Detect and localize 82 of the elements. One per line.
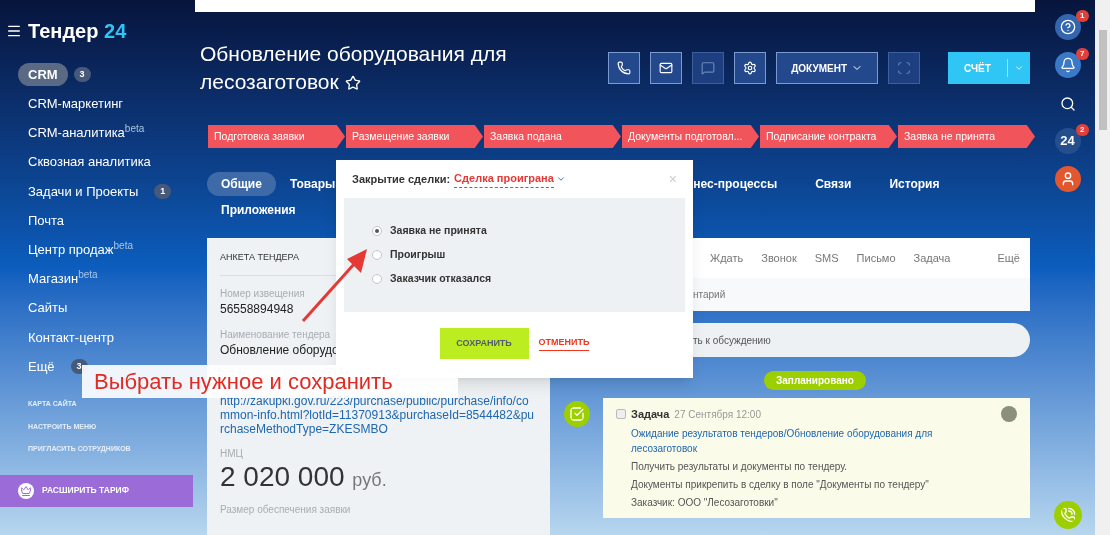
sidebar-item[interactable]: CRM-аналитика$^{beta}$ bbox=[18, 123, 155, 143]
activity-tab[interactable]: Звонок bbox=[761, 249, 797, 267]
sidebar-item[interactable]: Сквозная аналитика bbox=[18, 152, 161, 172]
planned-badge: Запланировано bbox=[764, 371, 866, 390]
activity-tab[interactable]: Задача bbox=[913, 249, 951, 267]
section-tab[interactable]: Общие bbox=[207, 172, 276, 196]
settings-icon bbox=[743, 61, 758, 75]
sidebar-item[interactable]: CRM bbox=[18, 62, 68, 87]
task-icon bbox=[564, 401, 590, 427]
radio-button[interactable] bbox=[372, 226, 382, 237]
activity-tab[interactable]: Ждать bbox=[710, 249, 744, 267]
sidebar-item[interactable]: CRM-маркетинг bbox=[18, 94, 134, 114]
upgrade-button[interactable]: РАСШИРИТЬ ТАРИФ bbox=[0, 474, 193, 507]
logo: Тендер 24 bbox=[28, 19, 127, 44]
search-icon[interactable] bbox=[1059, 96, 1076, 112]
user-avatar-icon[interactable] bbox=[1054, 166, 1081, 192]
caret-icon bbox=[555, 174, 566, 184]
sidebar-item[interactable]: Задачи и Проекты bbox=[18, 181, 149, 202]
cancel-button[interactable]: ОТМЕНИТЬ bbox=[538, 336, 590, 351]
notification-badge: 2 bbox=[1076, 124, 1089, 136]
count-badge: 3 bbox=[73, 66, 91, 83]
task-text: Документы прикрепить в сделку в поле "Документы по тендеру" bbox=[631, 477, 930, 492]
option-label: Заявка не принята bbox=[390, 223, 487, 239]
help-icon[interactable] bbox=[1054, 14, 1081, 40]
chat-button[interactable] bbox=[692, 52, 725, 84]
chat-icon bbox=[701, 61, 716, 75]
task-text: Заказчик: ООО "Лесозаготовки" bbox=[631, 495, 779, 510]
sidebar-item[interactable]: Ещё bbox=[18, 356, 65, 377]
star-icon bbox=[344, 75, 361, 92]
count-badge: 1 bbox=[154, 183, 172, 200]
deal-title: Обновление оборудования для лесозаготовок bbox=[200, 41, 508, 95]
menu-icon[interactable] bbox=[6, 23, 22, 39]
section-tab[interactable]: Связи bbox=[801, 172, 866, 196]
notification-badge: 1 bbox=[1076, 10, 1089, 22]
field-value: Обновление оборудо bbox=[220, 342, 339, 358]
sidebar-item[interactable]: Магазин$^{beta}$ bbox=[18, 269, 108, 289]
stage-step[interactable]: Размещение заявки bbox=[346, 125, 483, 148]
user-avatar bbox=[1001, 406, 1017, 423]
field-label: Наименование тендера bbox=[220, 327, 331, 342]
sidebar-item[interactable]: Сайты bbox=[18, 298, 78, 318]
call-button[interactable] bbox=[608, 52, 641, 84]
crown-icon bbox=[18, 482, 34, 499]
mail-icon bbox=[659, 61, 674, 75]
scrollbar[interactable] bbox=[1095, 0, 1110, 535]
sidebar-item[interactable]: Центр продаж$^{beta}$ bbox=[18, 239, 144, 260]
stage-step[interactable]: Заявка подана bbox=[484, 125, 621, 148]
sidebar-item[interactable]: Почта bbox=[18, 210, 75, 231]
caret-icon bbox=[1014, 63, 1024, 73]
task-label: Задача bbox=[631, 407, 670, 422]
field-label: Размер обеспечения заявки bbox=[220, 502, 351, 517]
activity-tab[interactable]: Письмо bbox=[856, 249, 896, 267]
annotation-label: Выбрать нужное и сохранить bbox=[82, 365, 458, 398]
task-text: Получить результаты и документы по тендеру. bbox=[631, 459, 849, 474]
stage-step[interactable]: Документы подготовл... bbox=[622, 125, 759, 148]
scan-icon bbox=[897, 61, 911, 75]
dialog-title: Закрытие сделки: bbox=[352, 171, 451, 187]
activity-tab[interactable]: SMS bbox=[814, 249, 839, 267]
settings-button[interactable] bbox=[734, 52, 767, 84]
task-checkbox[interactable] bbox=[616, 409, 626, 420]
task-date: 27 Сентября 12:00 bbox=[674, 407, 761, 422]
mail-button[interactable] bbox=[650, 52, 683, 84]
field-value: 56558894948 bbox=[220, 301, 294, 317]
field-label: НМЦ bbox=[220, 446, 243, 461]
phone-icon bbox=[617, 61, 632, 75]
document-button[interactable]: ДОКУМЕНТ bbox=[776, 52, 878, 84]
section-tab[interactable]: Приложения bbox=[207, 198, 310, 222]
radio-button[interactable] bbox=[372, 273, 382, 284]
field-label: Номер извещения bbox=[220, 286, 305, 301]
section-tab[interactable]: История bbox=[875, 172, 954, 196]
activity-tab[interactable]: Ещё bbox=[997, 249, 1020, 267]
save-button[interactable]: СОХРАНИТЬ bbox=[439, 328, 529, 359]
sidebar-item[interactable]: Контакт-центр bbox=[18, 327, 125, 348]
apps-button[interactable]: 24 bbox=[1054, 128, 1081, 154]
radio-button[interactable] bbox=[372, 250, 382, 260]
status-dropdown[interactable]: Сделка проиграна bbox=[454, 170, 554, 188]
notification-badge: 7 bbox=[1076, 48, 1089, 60]
stage-step[interactable]: Подготовка заявки bbox=[208, 125, 345, 148]
stage-step[interactable]: Подписание контракта bbox=[760, 125, 897, 148]
price-value: 2 020 000 руб. bbox=[220, 460, 387, 494]
task-title-link[interactable]: Ожидание результатов тендеров/Обновление оборудования для лесозаготовок bbox=[631, 425, 971, 456]
stage-step[interactable]: Заявка не принята bbox=[898, 125, 1035, 148]
bell-icon[interactable] bbox=[1054, 52, 1081, 78]
